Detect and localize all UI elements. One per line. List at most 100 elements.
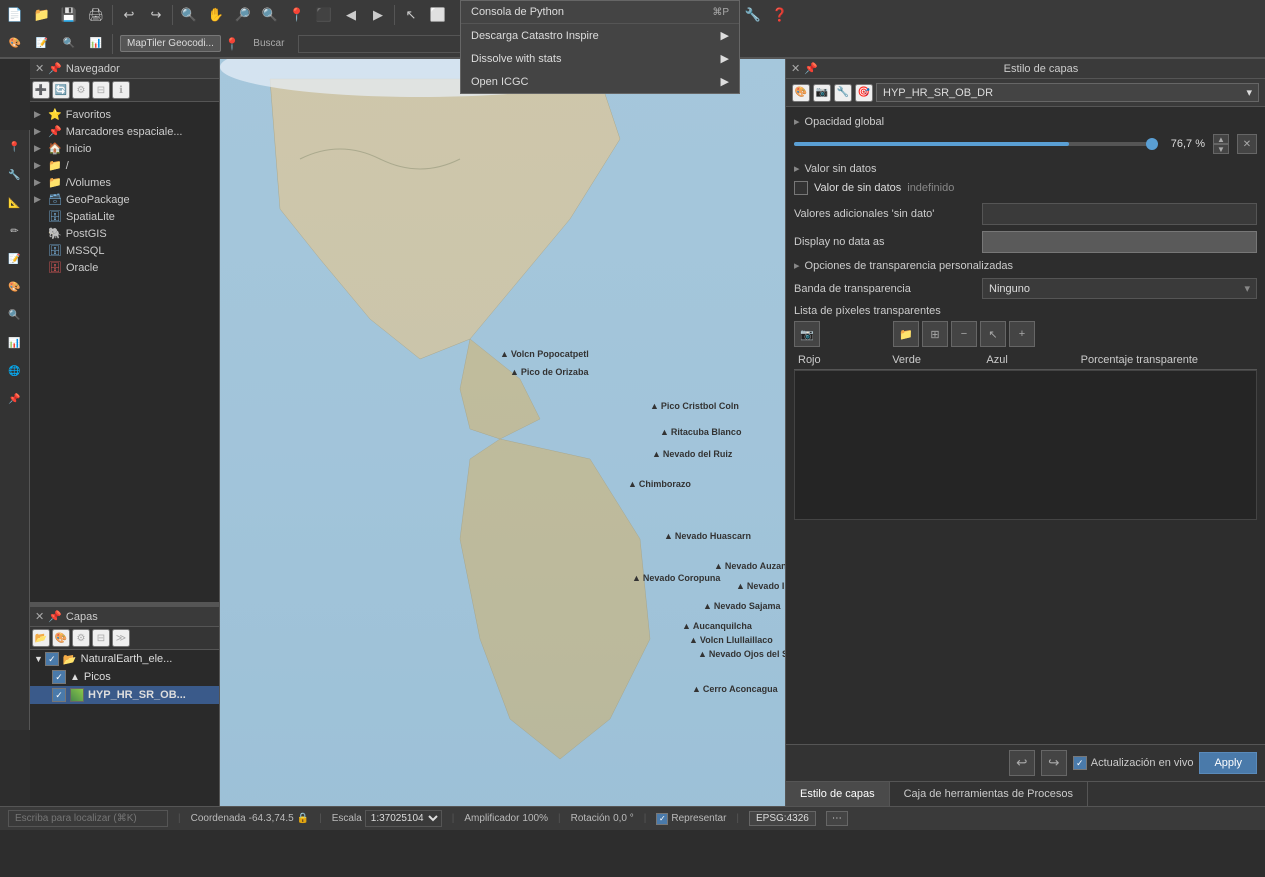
zoom-prev-btn[interactable]: ◀ — [338, 2, 364, 28]
navigator-close-btn[interactable]: ✕ — [35, 62, 44, 75]
layers-style-btn[interactable]: 🎨 — [52, 629, 70, 647]
opacity-slider-thumb[interactable] — [1146, 138, 1158, 150]
nav-item-oracle[interactable]: 🗄 Oracle — [30, 259, 219, 276]
apply-button[interactable]: Apply — [1199, 752, 1257, 774]
nav-item-favoritos[interactable]: ▶ ⭐ Favoritos — [30, 106, 219, 123]
pixel-btn-table[interactable]: ⊞ — [922, 321, 948, 347]
layer-naturalearth-group[interactable]: ▼ ✓ 📂 NaturalEarth_ele... — [30, 650, 219, 668]
nav-item-spatialite[interactable]: 🗄 SpatiaLite — [30, 208, 219, 225]
layer-hyp-checkbox[interactable]: ✓ — [52, 688, 66, 702]
epsg-btn[interactable]: EPSG:4326 — [749, 811, 816, 826]
nav-item-mssql[interactable]: 🗄 MSSQL — [30, 242, 219, 259]
zoom-select-btn[interactable]: ⬛ — [311, 2, 337, 28]
select-btn[interactable]: ↖ — [398, 2, 424, 28]
nav-item-inicio[interactable]: ▶ 🏠 Inicio — [30, 140, 219, 157]
layer-hyp[interactable]: ✓ HYP_HR_SR_OB... — [30, 686, 219, 704]
tab-caja-herramientas[interactable]: Caja de herramientas de Procesos — [890, 782, 1088, 806]
band-dropdown[interactable]: Ninguno ▾ — [982, 278, 1257, 299]
map-area[interactable]: Volcn Popocatpetl Pico de Orizaba Pico C… — [220, 59, 785, 806]
display-nodata-color[interactable] — [982, 231, 1257, 253]
open-project-btn[interactable]: 📁 — [29, 2, 55, 28]
nav-filter-btn[interactable]: ⚙ — [72, 81, 90, 99]
style-close-btn[interactable]: ✕ — [791, 62, 800, 75]
side-btn-6[interactable]: 🎨 — [2, 274, 28, 300]
pixel-btn-add-folder[interactable]: 📁 — [893, 321, 919, 347]
side-btn-5[interactable]: 📝 — [2, 246, 28, 272]
select-rect-btn[interactable]: ⬜ — [425, 2, 451, 28]
opacity-slider-track[interactable] — [794, 142, 1152, 146]
layers-pin-btn[interactable]: 📌 — [48, 610, 62, 623]
layer-picos[interactable]: ✓ ▲ Picos — [30, 668, 219, 686]
navigator-pin-btn[interactable]: 📌 — [48, 62, 62, 75]
side-btn-7[interactable]: 🔍 — [2, 302, 28, 328]
nav-item-postgis[interactable]: 🐘 PostGIS — [30, 225, 219, 242]
additional-values-input[interactable] — [982, 203, 1257, 225]
menu-catastro[interactable]: Descarga Catastro Inspire ▶ — [461, 24, 739, 47]
layers-collapse-btn[interactable]: ⊟ — [92, 629, 110, 647]
save-btn[interactable]: 💾 — [56, 2, 82, 28]
pan-btn[interactable]: ✋ — [203, 2, 229, 28]
pixel-btn-cursor[interactable]: ↖ — [980, 321, 1006, 347]
style-icon-btn-1[interactable]: 🎨 — [792, 84, 810, 102]
side-btn-3[interactable]: 📐 — [2, 190, 28, 216]
help-btn[interactable]: ❓ — [767, 2, 793, 28]
side-btn-9[interactable]: 🌐 — [2, 358, 28, 384]
nav-item-marcadores[interactable]: ▶ 📌 Marcadores espaciale... — [30, 123, 219, 140]
style-icon-btn-3[interactable]: 🔧 — [834, 84, 852, 102]
menu-dissolve[interactable]: Dissolve with stats ▶ — [461, 47, 739, 70]
pixel-btn-remove[interactable]: − — [951, 321, 977, 347]
redo-main-btn[interactable]: ↪ — [143, 2, 169, 28]
layers-open-btn[interactable]: 📂 — [32, 629, 50, 647]
print-btn[interactable]: 🖨 — [83, 2, 109, 28]
nav-collapse-btn[interactable]: ⊟ — [92, 81, 110, 99]
nav-item-geopackage[interactable]: ▶ 🗃 GeoPackage — [30, 191, 219, 208]
undo-main-btn[interactable]: ↩ — [116, 2, 142, 28]
nodata-checkbox[interactable] — [794, 181, 808, 195]
layers-close-btn[interactable]: ✕ — [35, 610, 44, 623]
render-checkbox[interactable]: ✓ — [656, 813, 668, 825]
style-undo-btn[interactable]: ↩ — [1009, 750, 1035, 776]
layer-notes-btn[interactable]: 📝 — [29, 31, 55, 57]
tab-estilo-capas[interactable]: Estilo de capas — [786, 782, 890, 806]
side-btn-4[interactable]: ✏ — [2, 218, 28, 244]
side-btn-8[interactable]: 📊 — [2, 330, 28, 356]
side-btn-1[interactable]: 📍 — [2, 134, 28, 160]
layer-stats-btn[interactable]: 📊 — [83, 31, 109, 57]
zoom-in-btn[interactable]: 🔎 — [230, 2, 256, 28]
style-redo-btn[interactable]: ↪ — [1041, 750, 1067, 776]
menu-icgc[interactable]: Open ICGC ▶ — [461, 70, 739, 93]
new-project-btn[interactable]: 📄 — [2, 2, 28, 28]
pixel-btn-add[interactable]: + — [1009, 321, 1035, 347]
style-icon-btn-2[interactable]: 📷 — [813, 84, 831, 102]
zoom-next-btn[interactable]: ▶ — [365, 2, 391, 28]
pixel-btn-1[interactable]: 📷 — [794, 321, 820, 347]
opacity-down-btn[interactable]: ▼ — [1213, 144, 1229, 154]
nav-item-volumes[interactable]: ▶ 📁 /Volumes — [30, 174, 219, 191]
layers-more-btn[interactable]: ≫ — [112, 629, 130, 647]
zoom-full-btn[interactable]: 🔍 — [176, 2, 202, 28]
style-panel-btn[interactable]: 🎨 — [2, 31, 28, 57]
plugins-btn[interactable]: 🔧 — [740, 2, 766, 28]
nav-add-btn[interactable]: ➕ — [32, 81, 50, 99]
side-btn-10[interactable]: 📌 — [2, 386, 28, 412]
style-pin-btn[interactable]: 📌 — [804, 62, 818, 75]
nav-refresh-btn[interactable]: 🔄 — [52, 81, 70, 99]
nav-info-btn[interactable]: ℹ — [112, 81, 130, 99]
zoom-out-btn[interactable]: 🔍 — [257, 2, 283, 28]
status-search-input[interactable] — [8, 810, 168, 827]
layers-filter-btn[interactable]: ⚙ — [72, 629, 90, 647]
nav-item-root[interactable]: ▶ 📁 / — [30, 157, 219, 174]
status-more-btn[interactable]: ⋯ — [826, 811, 848, 826]
opacity-reset-btn[interactable]: ✕ — [1237, 134, 1257, 154]
live-update-checkbox[interactable]: ✓ — [1073, 756, 1087, 770]
layer-group-checkbox[interactable]: ✓ — [45, 652, 59, 666]
layer-picos-checkbox[interactable]: ✓ — [52, 670, 66, 684]
geocoder-search-btn[interactable]: Buscar — [244, 31, 294, 57]
scale-select[interactable]: 1:37025104 — [365, 810, 442, 827]
side-btn-2[interactable]: 🔧 — [2, 162, 28, 188]
layer-filter-btn[interactable]: 🔍 — [56, 31, 82, 57]
opacity-up-btn[interactable]: ▲ — [1213, 134, 1229, 144]
style-icon-btn-4[interactable]: 🎯 — [855, 84, 873, 102]
layer-name-selector[interactable]: HYP_HR_SR_OB_DR ▾ — [876, 83, 1259, 102]
menu-python-console[interactable]: Consola de Python ⌘P — [461, 1, 739, 23]
